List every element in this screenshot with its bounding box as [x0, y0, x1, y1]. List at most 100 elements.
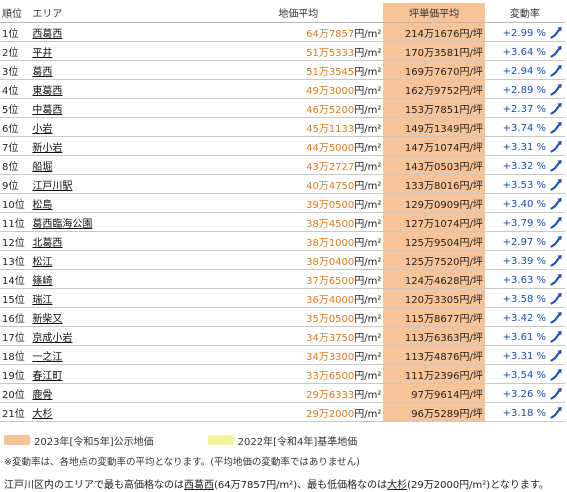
rank-cell: 18位	[0, 345, 31, 365]
land-price-value: 64万7857	[306, 28, 355, 40]
area-cell: 松江	[30, 250, 213, 270]
land-price-cell: 35万0500円/m²	[213, 307, 384, 327]
change-rate-value: +3.26 %	[502, 388, 546, 400]
summary-low-area-link[interactable]: 大杉	[387, 480, 407, 491]
trend-up-arrow-icon	[550, 64, 563, 77]
table-row: 1位 西葛西 64万7857円/m² 214万1676円/坪 +2.99 %	[0, 22, 565, 42]
rank-cell: 5位	[0, 98, 31, 118]
tsubo-price-cell: 115万8677円/坪	[383, 307, 485, 327]
table-row: 19位 春江町 33万6500円/m² 111万2396円/坪 +3.54 %	[0, 364, 565, 384]
area-link[interactable]: 江戸川駅	[32, 181, 72, 192]
area-cell: 大杉	[30, 402, 213, 422]
land-price-unit: 円/m²	[354, 408, 382, 420]
rank-cell: 1位	[0, 22, 31, 42]
table-row: 17位 京成小岩 34万3750円/m² 113万6363円/坪 +3.61 %	[0, 326, 565, 346]
area-link[interactable]: 船堀	[32, 162, 52, 173]
change-rate-cell: +3.74 %	[484, 117, 565, 137]
land-price-value: 51万5333	[306, 47, 355, 59]
change-rate-value: +3.32 %	[502, 160, 546, 172]
trend-up-arrow-icon	[550, 330, 563, 343]
land-price-cell: 45万1133円/m²	[213, 117, 384, 137]
change-rate-value: +3.39 %	[502, 255, 546, 267]
area-link[interactable]: 松江	[32, 257, 52, 268]
land-price-unit: 円/m²	[354, 199, 382, 211]
area-link[interactable]: 葛西	[32, 67, 52, 78]
trend-up-arrow-icon	[550, 26, 563, 39]
change-rate-value: +2.89 %	[502, 84, 546, 96]
area-link[interactable]: 北葛西	[32, 238, 62, 249]
area-cell: 東葛西	[30, 79, 213, 99]
area-link[interactable]: 平井	[32, 48, 52, 59]
land-price-unit: 円/m²	[354, 218, 382, 230]
area-link[interactable]: 鹿骨	[32, 390, 52, 401]
area-link[interactable]: 西葛西	[32, 29, 62, 40]
area-link[interactable]: 中葛西	[32, 105, 62, 116]
area-link[interactable]: 瑞江	[32, 295, 52, 306]
header-area: エリア	[30, 3, 213, 23]
tsubo-price-cell: 149万1349円/坪	[383, 117, 485, 137]
area-link[interactable]: 葛西臨海公園	[32, 219, 92, 230]
change-rate-cell: +3.79 %	[484, 212, 565, 232]
trend-up-arrow-icon	[550, 83, 563, 96]
land-price-cell: 44万5000円/m²	[213, 136, 384, 156]
trend-up-arrow-icon	[550, 368, 563, 381]
change-rate-cell: +3.32 %	[484, 155, 565, 175]
land-price-value: 45万1133	[306, 123, 355, 135]
table-row: 18位 一之江 34万3300円/m² 113万4876円/坪 +3.31 %	[0, 345, 565, 365]
area-link[interactable]: 東葛西	[32, 86, 62, 97]
tsubo-price-cell: 125万7520円/坪	[383, 250, 485, 270]
change-rate-value: +3.53 %	[502, 179, 546, 191]
change-rate-cell: +3.64 %	[484, 41, 565, 61]
rank-cell: 7位	[0, 136, 31, 156]
change-rate-cell: +3.58 %	[484, 288, 565, 308]
rank-cell: 21位	[0, 402, 31, 422]
rank-cell: 3位	[0, 60, 31, 80]
change-rate-value: +3.40 %	[502, 198, 546, 210]
trend-up-arrow-icon	[550, 121, 563, 134]
legend: 2023年[令和5年]公示地価 2022年[令和4年]基準地価	[4, 434, 358, 448]
change-rate-value: +3.79 %	[502, 217, 546, 229]
summary-high-area-link[interactable]: 西葛西	[184, 480, 214, 491]
area-link[interactable]: 小岩	[32, 124, 52, 135]
area-link[interactable]: 春江町	[32, 371, 62, 382]
tsubo-price-cell: 143万0503円/坪	[383, 155, 485, 175]
land-price-cell: 29万6333円/m²	[213, 383, 384, 403]
footnote: ※変動率は、各地点の変動率の平均となります。(平均地価の変動率ではありません)	[4, 457, 360, 468]
legend-label-standard-price: 2022年[令和4年]基準地価	[237, 436, 358, 448]
area-cell: 鹿骨	[30, 383, 213, 403]
table-row: 13位 松江 38万0400円/m² 125万7520円/坪 +3.39 %	[0, 250, 565, 270]
change-rate-cell: +3.63 %	[484, 269, 565, 289]
table-row: 7位 新小岩 44万5000円/m² 147万1074円/坪 +3.31 %	[0, 136, 565, 156]
land-price-unit: 円/m²	[354, 66, 382, 78]
tsubo-price-cell: 96万5289円/坪	[383, 402, 485, 422]
trend-up-arrow-icon	[550, 235, 563, 248]
table-row: 12位 北葛西 38万1000円/m² 125万9504円/坪 +2.97 %	[0, 231, 565, 251]
tsubo-price-cell: 113万4876円/坪	[383, 345, 485, 365]
land-price-unit: 円/m²	[354, 256, 382, 268]
trend-up-arrow-icon	[550, 197, 563, 210]
trend-up-arrow-icon	[550, 102, 563, 115]
area-link[interactable]: 大杉	[32, 409, 52, 420]
land-price-value: 38万0400	[306, 256, 355, 268]
land-price-value: 49万3000	[306, 85, 355, 97]
land-price-unit: 円/m²	[354, 351, 382, 363]
area-link[interactable]: 新小岩	[32, 143, 62, 154]
land-price-value: 29万6333	[306, 389, 355, 401]
area-link[interactable]: 一之江	[32, 352, 62, 363]
area-link[interactable]: 松島	[32, 200, 52, 211]
area-cell: 北葛西	[30, 231, 213, 251]
land-price-value: 39万0500	[306, 199, 355, 211]
summary-part-1: 江戸川区内のエリアで最も高価格なのは	[4, 480, 184, 491]
change-rate-cell: +3.54 %	[484, 364, 565, 384]
rank-cell: 17位	[0, 326, 31, 346]
change-rate-cell: +2.99 %	[484, 22, 565, 42]
area-cell: 小岩	[30, 117, 213, 137]
land-price-value: 40万4750	[306, 180, 355, 192]
header-land-price: 地価平均	[213, 3, 384, 23]
area-link[interactable]: 新柴又	[32, 314, 62, 325]
area-link[interactable]: 篠崎	[32, 276, 52, 287]
rank-cell: 10位	[0, 193, 31, 213]
area-link[interactable]: 京成小岩	[32, 333, 72, 344]
table-row: 6位 小岩 45万1133円/m² 149万1349円/坪 +3.74 %	[0, 117, 565, 137]
tsubo-price-cell: 153万7851円/坪	[383, 98, 485, 118]
